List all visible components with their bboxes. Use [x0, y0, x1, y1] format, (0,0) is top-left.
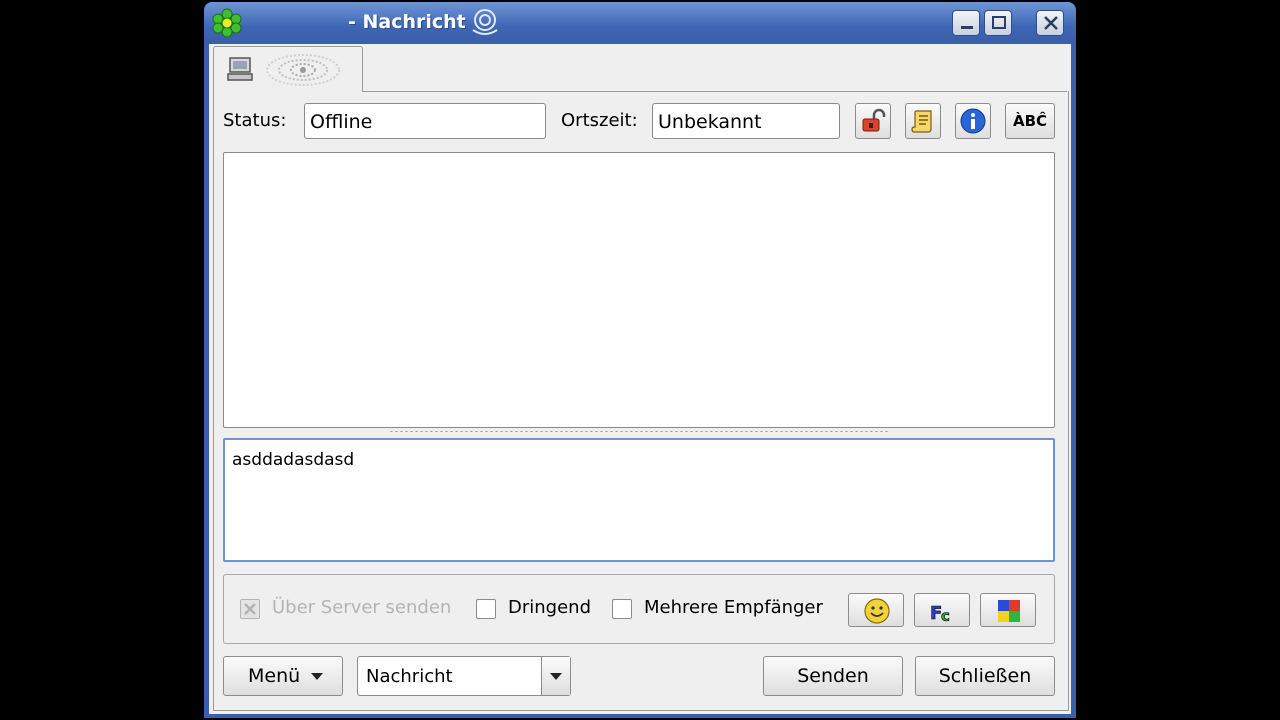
message-window: - Nachricht Status: Offline Ortszeit: Un… [204, 2, 1076, 718]
status-field[interactable]: Offline [304, 103, 546, 139]
message-type-value: Nachricht [366, 666, 453, 687]
title-bar[interactable]: - Nachricht [204, 2, 1076, 44]
close-dialog-button[interactable]: Schließen [915, 656, 1055, 696]
color-palette-icon [998, 600, 1020, 622]
message-history[interactable] [223, 152, 1055, 428]
info-icon [960, 108, 986, 134]
message-input[interactable]: asddadasdasd [223, 438, 1055, 562]
message-type-select[interactable]: Nachricht [357, 656, 571, 696]
spellcheck-button[interactable]: ÀBĈ [1005, 103, 1055, 139]
contact-info-button[interactable] [955, 103, 991, 139]
smiley-icon [864, 598, 890, 624]
urgent-label[interactable]: Dringend [508, 597, 591, 618]
maximize-button[interactable] [984, 10, 1012, 36]
contact-avatar-icon [266, 54, 340, 86]
checkmark-x-icon [244, 603, 256, 615]
pane-splitter[interactable] [389, 430, 889, 433]
chevron-down-icon [550, 673, 562, 680]
triangle-down-icon [311, 673, 323, 680]
security-button[interactable] [855, 103, 891, 139]
svg-text:c: c [941, 607, 950, 625]
minimize-icon [961, 26, 973, 29]
multiple-recipients-checkbox[interactable] [612, 599, 632, 619]
send-button[interactable]: Senden [763, 656, 903, 696]
multiple-recipients-label[interactable]: Mehrere Empfänger [644, 597, 823, 618]
minimize-button[interactable] [952, 10, 980, 36]
emoticon-button[interactable] [848, 593, 904, 627]
contact-tab[interactable] [213, 46, 363, 92]
font-color-button[interactable]: F c [914, 593, 970, 627]
font-color-icon: F c [930, 603, 951, 625]
maximize-icon [992, 16, 1006, 29]
status-swirl-icon [472, 9, 498, 35]
window-title: - Nachricht [348, 11, 466, 33]
send-options-panel: Über Server senden Dringend Mehrere Empf… [223, 574, 1055, 644]
background-color-button[interactable] [980, 593, 1036, 627]
unlocked-lock-icon [862, 108, 886, 132]
window-client-area: Status: Offline Ortszeit: Unbekannt ÀBĈ … [209, 44, 1071, 714]
via-server-checkbox[interactable] [240, 599, 260, 619]
history-button[interactable] [905, 103, 941, 139]
via-server-label: Über Server senden [272, 597, 452, 618]
spellcheck-icon: ÀBĈ [1012, 112, 1048, 130]
status-label: Status: [223, 110, 287, 131]
close-icon [1044, 16, 1058, 30]
local-time-label: Ortszeit: [561, 110, 638, 131]
urgent-checkbox[interactable] [476, 599, 496, 619]
message-type-dropdown[interactable] [541, 657, 570, 695]
icq-flower-icon[interactable] [212, 8, 242, 38]
computer-icon [227, 57, 253, 81]
menu-button[interactable]: Menü [223, 656, 343, 696]
menu-button-label: Menü [248, 665, 301, 687]
local-time-field[interactable]: Unbekannt [652, 103, 840, 139]
scroll-icon [911, 110, 932, 133]
close-button[interactable] [1036, 10, 1064, 36]
